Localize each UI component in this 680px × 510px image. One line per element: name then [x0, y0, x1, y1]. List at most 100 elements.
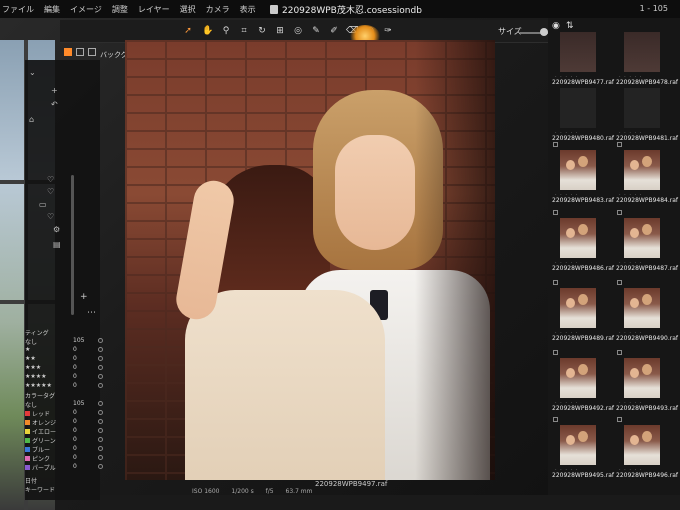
thumbnail-label: 220928WPB9480.raf: [552, 135, 615, 142]
filter-row[interactable]: なし 105: [25, 337, 105, 346]
rotate-icon[interactable]: ↻: [256, 26, 268, 36]
thumbnail[interactable]: · · · · · 220928WPB9489.raf: [550, 280, 614, 342]
thumbnail-image: [560, 150, 596, 190]
grid-view-icon[interactable]: [76, 48, 84, 56]
thumbnail[interactable]: · · · · · 220928WPB9478.raf: [614, 30, 678, 86]
camera-icon[interactable]: ⌂: [29, 115, 34, 124]
filter-radio[interactable]: [98, 401, 103, 406]
filter-row[interactable]: ★ 0: [25, 346, 105, 355]
folder-icon[interactable]: ▭: [39, 200, 47, 209]
more-icon[interactable]: ⋯: [87, 308, 96, 318]
filter-label: イエロー: [32, 429, 56, 436]
thumbnail-label: 220928WPB9493.raf: [616, 405, 679, 412]
chevron-down-icon[interactable]: ⌄: [29, 68, 36, 77]
left-panel-scrollbar[interactable]: [71, 175, 74, 315]
filter-row[interactable]: なし 105: [25, 400, 105, 409]
thumbnail[interactable]: · · · · · 220928WPB9487.raf: [614, 210, 678, 272]
filter-radio[interactable]: [98, 428, 103, 433]
filter-radio[interactable]: [98, 446, 103, 451]
filter-radio[interactable]: [98, 365, 103, 370]
filter-row[interactable]: カラータグ: [25, 391, 105, 400]
thumbnail[interactable]: · · · · · 220928WPB9492.raf: [550, 350, 614, 412]
thumbnail-checkbox[interactable]: [553, 417, 558, 422]
zoom-icon[interactable]: ⚲: [220, 26, 232, 36]
compare-view-icon[interactable]: [88, 48, 96, 56]
filter-row[interactable]: ★★★ 0: [25, 364, 105, 373]
menu-file[interactable]: ファイル: [2, 4, 34, 15]
thumbnail[interactable]: · · · · · 220928WPB9496.raf: [614, 417, 678, 479]
filter-radio[interactable]: [98, 437, 103, 442]
menu-select[interactable]: 選択: [180, 4, 196, 15]
exif-focal: 63.7 mm: [285, 488, 313, 495]
filter-radio[interactable]: [98, 410, 103, 415]
thumbnail-checkbox[interactable]: [617, 210, 622, 215]
filter-radio[interactable]: [98, 419, 103, 424]
thumbnail-checkbox[interactable]: [553, 142, 558, 147]
picker-icon[interactable]: ✎: [310, 26, 322, 36]
thumbnail[interactable]: · · · · · 220928WPB9483.raf: [550, 142, 614, 204]
menu-image[interactable]: イメージ: [70, 4, 102, 15]
filter-radio[interactable]: [98, 464, 103, 469]
filter-radio[interactable]: [98, 455, 103, 460]
filter-radio[interactable]: [98, 374, 103, 379]
heart-outline-icon[interactable]: ♡: [47, 187, 54, 196]
size-slider-knob[interactable]: [540, 28, 548, 36]
filter-label: オレンジ: [32, 420, 57, 427]
filter-row[interactable]: 日付: [25, 476, 105, 485]
filter-row[interactable]: オレンジ 0: [25, 418, 105, 427]
thumbnail-checkbox[interactable]: [617, 417, 622, 422]
thumbnail-checkbox[interactable]: [617, 142, 622, 147]
thumbnail-checkbox[interactable]: [617, 350, 622, 355]
thumbnail-checkbox[interactable]: [553, 280, 558, 285]
menu-layer[interactable]: レイヤー: [138, 4, 170, 15]
thumbnail[interactable]: · · · · · 220928WPB9484.raf: [614, 142, 678, 204]
spot-icon[interactable]: ◎: [292, 26, 304, 36]
gear-icon[interactable]: ⚙: [53, 225, 60, 234]
menu-adjust[interactable]: 調整: [112, 4, 128, 15]
cursor-icon[interactable]: ➚: [182, 26, 194, 36]
thumbnail[interactable]: · · · · · 220928WPB9481.raf: [614, 86, 678, 142]
main-photo-viewer[interactable]: [125, 40, 495, 480]
thumbnail[interactable]: · · · · · 220928WPB9495.raf: [550, 417, 614, 479]
thumbnail-checkbox[interactable]: [553, 210, 558, 215]
filter-radio[interactable]: [98, 347, 103, 352]
thumbnail[interactable]: · · · · · 220928WPB9486.raf: [550, 210, 614, 272]
thumbnail-checkbox[interactable]: [553, 350, 558, 355]
filter-radio[interactable]: [98, 356, 103, 361]
heart-small-icon[interactable]: ♡: [47, 212, 54, 221]
add-icon[interactable]: +: [51, 86, 58, 95]
filter-radio[interactable]: [98, 338, 103, 343]
add-collection-icon[interactable]: +: [80, 292, 88, 302]
filter-row[interactable]: イエロー 0: [25, 427, 105, 436]
filter-radio[interactable]: [98, 383, 103, 388]
menu-edit[interactable]: 編集: [44, 4, 60, 15]
text-icon[interactable]: ✑: [382, 26, 394, 36]
thumbnail[interactable]: · · · · · 220928WPB9493.raf: [614, 350, 679, 412]
filter-row[interactable]: グリーン 0: [25, 436, 105, 445]
filter-row[interactable]: パープル 0: [25, 463, 105, 472]
thumbnail[interactable]: · · · · · 220928WPB9490.raf: [614, 280, 678, 342]
thumbnail[interactable]: · · · · · 220928WPB9480.raf: [550, 86, 615, 142]
pink-swatch-icon: [25, 456, 30, 461]
keystone-icon[interactable]: ⊞: [274, 26, 286, 36]
filter-row[interactable]: ブルー 0: [25, 445, 105, 454]
thumbnail-checkbox[interactable]: [617, 280, 622, 285]
brush-icon[interactable]: ✐: [328, 26, 340, 36]
filter-row[interactable]: ★★★★ 0: [25, 373, 105, 382]
menu-camera[interactable]: カメラ: [206, 4, 230, 15]
menu-view[interactable]: 表示: [240, 4, 256, 15]
pan-icon[interactable]: ✋: [202, 26, 214, 36]
heart-icon[interactable]: ♡: [47, 175, 54, 184]
thumbnail[interactable]: · · · · · 220928WPB9477.raf: [550, 30, 614, 86]
filter-row[interactable]: ★★★★★ 0: [25, 382, 105, 391]
single-view-icon[interactable]: [64, 48, 72, 56]
crop-icon[interactable]: ⌗: [238, 26, 250, 36]
filter-row[interactable]: レッド 0: [25, 409, 105, 418]
filter-row[interactable]: ピンク 0: [25, 454, 105, 463]
filter-label: 日付: [25, 478, 38, 485]
undo-icon[interactable]: ↶: [51, 100, 58, 109]
trash-icon[interactable]: ▤: [53, 240, 61, 249]
filter-row[interactable]: キーワード: [25, 485, 105, 494]
filter-row[interactable]: ティング: [25, 328, 105, 337]
filter-row[interactable]: ★★ 0: [25, 355, 105, 364]
